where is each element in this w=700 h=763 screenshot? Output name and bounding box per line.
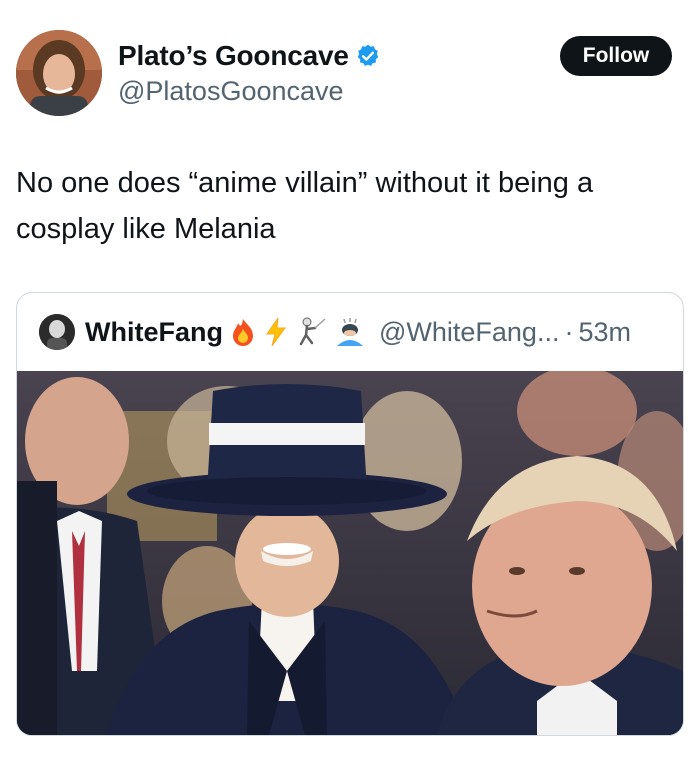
follow-button[interactable]: Follow [560, 36, 672, 76]
display-name-row: Plato’s Gooncave [118, 38, 381, 74]
fire-icon [229, 317, 257, 347]
author-avatar[interactable] [16, 30, 102, 116]
fencer-icon [295, 316, 327, 348]
verified-badge-icon [355, 43, 381, 69]
quoted-author-display-name[interactable]: WhiteFang [85, 317, 223, 348]
post-text: No one does “anime villain” without it b… [16, 167, 594, 245]
post-header: Plato’s Gooncave @PlatosGooncave Follow [0, 0, 700, 120]
quoted-post-timestamp[interactable]: 53m [578, 317, 631, 348]
person-bowing-icon [333, 316, 367, 348]
author-handle[interactable]: @PlatosGooncave [118, 76, 381, 107]
quoted-author-avatar[interactable] [39, 314, 75, 350]
author-info: Plato’s Gooncave @PlatosGooncave [118, 38, 381, 107]
meta-separator: · [564, 316, 574, 347]
lightning-icon [263, 317, 289, 347]
photo-illustration [17, 371, 683, 735]
author-display-name[interactable]: Plato’s Gooncave [118, 40, 349, 72]
quoted-post-header: WhiteFang @WhiteFang... · 53m [17, 293, 683, 371]
quoted-post-card[interactable]: WhiteFang @WhiteFang... · 53m [16, 292, 684, 736]
quoted-post-photo[interactable] [17, 371, 683, 735]
quoted-author-handle[interactable]: @WhiteFang... [379, 317, 559, 348]
quoted-avatar-photo [39, 314, 75, 350]
avatar-photo [16, 30, 102, 116]
